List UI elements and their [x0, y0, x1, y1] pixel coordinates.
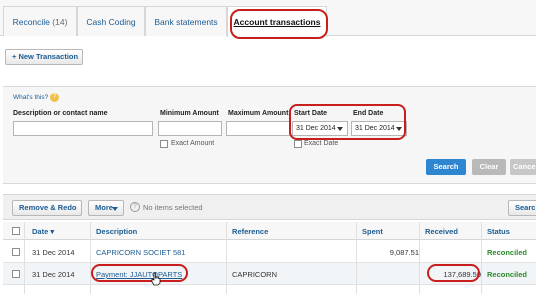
end-date-label: End Date	[353, 110, 384, 117]
tab-account-transactions[interactable]: Account transactions	[227, 6, 327, 37]
start-date-label: Start Date	[294, 110, 328, 117]
exact-date-checkbox[interactable]	[294, 140, 302, 148]
max-amount-input[interactable]	[226, 121, 290, 136]
column-divider	[24, 222, 25, 294]
description-input[interactable]	[13, 121, 153, 136]
more-label: More	[95, 203, 113, 212]
row-reference: CAPRICORN	[232, 270, 278, 279]
row-description-link[interactable]: Payment: JJAUTOPARTS	[96, 270, 182, 279]
column-status[interactable]: Status	[487, 227, 510, 236]
tab-bank-statements[interactable]: Bank statements	[145, 6, 227, 36]
whats-this-label: What's this?	[13, 94, 49, 102]
min-amount-input[interactable]	[158, 121, 222, 136]
exact-amount-checkbox[interactable]	[160, 140, 168, 148]
column-spent[interactable]: Spent	[362, 227, 383, 236]
min-amount-label: Minimum Amount	[160, 110, 219, 117]
column-divider	[419, 222, 420, 294]
column-divider	[226, 222, 227, 294]
column-received[interactable]: Received	[425, 227, 458, 236]
end-date-select[interactable]: 31 Dec 2014	[351, 121, 407, 136]
row-spent: 9,087.51	[389, 248, 419, 257]
column-divider	[356, 222, 357, 294]
selection-status: No items selected	[143, 203, 203, 212]
end-date-value: 31 Dec 2014	[355, 125, 395, 132]
sort-desc-icon: ▾	[50, 227, 55, 236]
tab-cash-coding-label: Cash Coding	[86, 17, 136, 27]
start-date-select[interactable]: 31 Dec 2014	[292, 121, 348, 136]
row-date: 31 Dec 2014	[32, 248, 75, 257]
row-received: 137,689.50	[443, 270, 481, 279]
tab-bar: Reconcile (14) Cash Coding Bank statemen…	[0, 0, 536, 37]
chevron-down-icon	[337, 127, 343, 131]
info-icon: ?	[130, 202, 140, 212]
search-toggle-label: Searc	[515, 203, 536, 212]
new-transaction-label: + New Transaction	[12, 52, 79, 61]
tab-bank-statements-label: Bank statements	[154, 17, 218, 27]
column-description[interactable]: Description	[96, 227, 137, 236]
clear-button-label: Clear	[479, 162, 499, 171]
action-bar	[3, 194, 536, 220]
table-header: Date ▾ Description Reference Spent Recei…	[3, 222, 536, 240]
row-status: Reconciled	[487, 248, 528, 257]
description-label: Description or contact name	[13, 110, 108, 117]
chevron-down-icon	[396, 127, 402, 131]
table-row[interactable]: 31 Dec 2014 Payment: JJAUTOPARTS CAPRICO…	[3, 263, 536, 285]
column-date-label: Date	[32, 227, 49, 236]
more-button[interactable]: More	[88, 200, 124, 216]
tab-reconcile-label: Reconcile	[12, 17, 50, 27]
help-icon: ?	[50, 93, 60, 102]
table-row[interactable]: 31 Dec 2014 CAPRICORN SOCIET 581 9,087.5…	[3, 241, 536, 263]
exact-amount-label: Exact Amount	[171, 140, 215, 147]
exact-date-label: Exact Date	[304, 140, 339, 147]
new-transaction-button[interactable]: + New Transaction	[5, 49, 83, 65]
search-button[interactable]: Search	[426, 159, 466, 175]
cancel-button[interactable]: Cance	[510, 159, 536, 175]
remove-redo-label: Remove & Redo	[19, 203, 77, 212]
column-date[interactable]: Date ▾	[32, 227, 54, 236]
row-date: 31 Dec 2014	[32, 270, 75, 279]
row-checkbox[interactable]	[12, 248, 20, 256]
hand-cursor-icon	[151, 272, 161, 286]
column-divider	[481, 222, 482, 294]
chevron-down-icon	[112, 207, 118, 211]
row-status: Reconciled	[487, 270, 528, 279]
tab-account-transactions-label: Account transactions	[233, 17, 321, 27]
whats-this-link[interactable]: What's this??	[13, 93, 60, 102]
row-description-link[interactable]: CAPRICORN SOCIET 581	[96, 248, 185, 257]
clear-button[interactable]: Clear	[472, 159, 506, 175]
cancel-button-label: Cance	[513, 162, 536, 171]
filter-panel: What's this?? Description or contact nam…	[3, 86, 536, 184]
search-toggle-button[interactable]: Searc	[508, 200, 536, 216]
column-reference[interactable]: Reference	[232, 227, 268, 236]
column-divider	[90, 222, 91, 294]
tab-reconcile[interactable]: Reconcile (14)	[3, 6, 77, 36]
reconcile-count-badge: (14)	[52, 17, 68, 27]
start-date-value: 31 Dec 2014	[296, 125, 336, 132]
max-amount-label: Maximum Amount	[228, 110, 289, 117]
remove-redo-button[interactable]: Remove & Redo	[12, 200, 82, 216]
tab-cash-coding[interactable]: Cash Coding	[77, 6, 145, 36]
row-checkbox[interactable]	[12, 270, 20, 278]
search-button-label: Search	[433, 162, 459, 171]
select-all-checkbox[interactable]	[12, 227, 20, 235]
